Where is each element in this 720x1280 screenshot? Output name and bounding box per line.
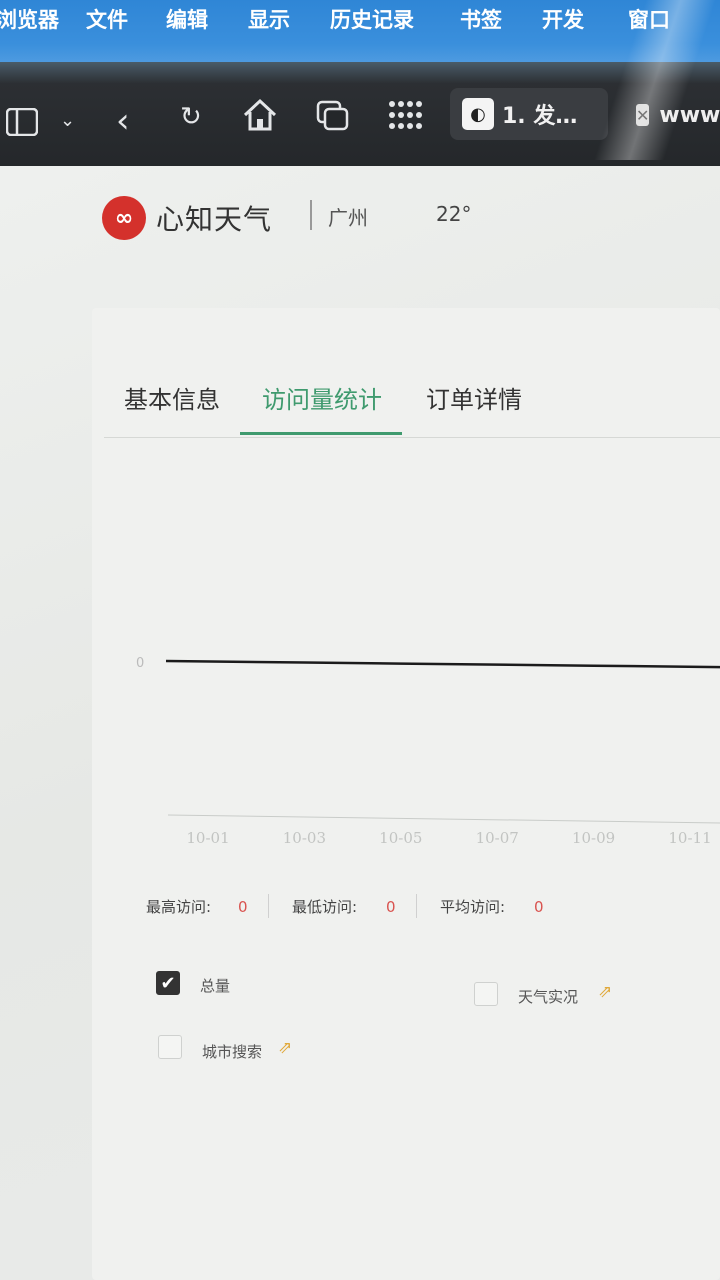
min-visits-label: 最低访问: [292,898,358,916]
x-tick-label: 10-11 [668,829,711,847]
checkbox-total[interactable]: ✔ [156,971,180,995]
close-tab-icon[interactable]: ✕ [636,104,650,126]
x-tick-label: 10-01 [186,829,229,847]
x-tick-label: 10-09 [572,829,615,847]
menu-develop[interactable]: 开发 [542,4,584,34]
avg-visits-value: 0 [534,898,544,916]
tab-basic-info[interactable]: 基本信息 [124,380,220,415]
header-divider [310,200,312,230]
browser-tab-2[interactable]: ✕ www [636,100,720,130]
sidebar-toggle-icon[interactable] [5,107,39,141]
x-axis-line [167,814,720,824]
browser-toolbar [0,62,720,170]
menu-file[interactable]: 文件 [86,4,128,34]
checkbox-city-search[interactable] [158,1035,182,1059]
external-link-icon[interactable]: ⇗ [598,982,612,1002]
tab-order-details[interactable]: 订单详情 [426,380,522,415]
visits-line-chart: 0 10-01 10-03 10-05 10-07 10-09 10-11 [136,656,720,847]
external-link-icon[interactable]: ⇗ [278,1038,292,1058]
active-tab-indicator [240,432,402,435]
temperature-label: 22° [436,202,472,226]
x-tick-label: 10-05 [379,829,422,847]
max-visits-value: 0 [238,898,248,916]
menu-window[interactable]: 窗口 [628,4,670,34]
tab-title: 1. 发… [502,104,578,129]
favicon-icon: ◐ [462,98,494,130]
series-line [165,659,720,669]
menu-edit[interactable]: 编辑 [166,4,208,34]
menu-bar: 浏览器 文件 编辑 显示 历史记录 书签 开发 窗口 [0,0,720,62]
brand-logo-icon: ∞ [102,196,146,240]
x-tick-label: 10-07 [476,829,519,847]
checkbox-weather-now-label: 天气实况 [518,988,579,1006]
max-visits-label: 最高访问: [146,898,212,916]
stat-divider [416,894,417,918]
stat-divider [268,894,269,918]
brand-name: 心知天气 [156,203,273,236]
tab-visit-stats[interactable]: 访问量统计 [262,380,382,415]
menu-bookmarks[interactable]: 书签 [460,4,502,34]
menu-browser[interactable]: 浏览器 [0,4,59,34]
home-icon[interactable] [242,98,278,137]
y-tick-label: 0 [136,656,144,671]
tabs-overview-icon[interactable] [316,100,350,137]
x-tick-label: 10-03 [283,829,326,847]
back-icon[interactable]: ‹ [116,104,130,138]
checkbox-city-search-label: 城市搜索 [202,1043,263,1061]
chevron-down-icon[interactable]: ⌄ [60,112,75,130]
grid-icon[interactable] [388,100,424,135]
tab-2-title: www [659,102,720,128]
check-icon: ✔ [160,972,176,994]
menu-view[interactable]: 显示 [248,4,290,34]
tabs-divider [104,437,720,438]
browser-tab-active[interactable]: ◐ 1. 发… [450,88,608,140]
checkbox-weather-now[interactable] [474,982,498,1006]
brand[interactable]: ∞ 心知天气 [102,196,272,240]
min-visits-value: 0 [386,898,396,916]
checkbox-total-label: 总量 [200,977,231,995]
avg-visits-label: 平均访问: [440,898,506,916]
reload-icon[interactable]: ↻ [180,104,202,130]
menu-history[interactable]: 历史记录 [330,4,414,34]
city-label[interactable]: 广州 [328,202,368,231]
